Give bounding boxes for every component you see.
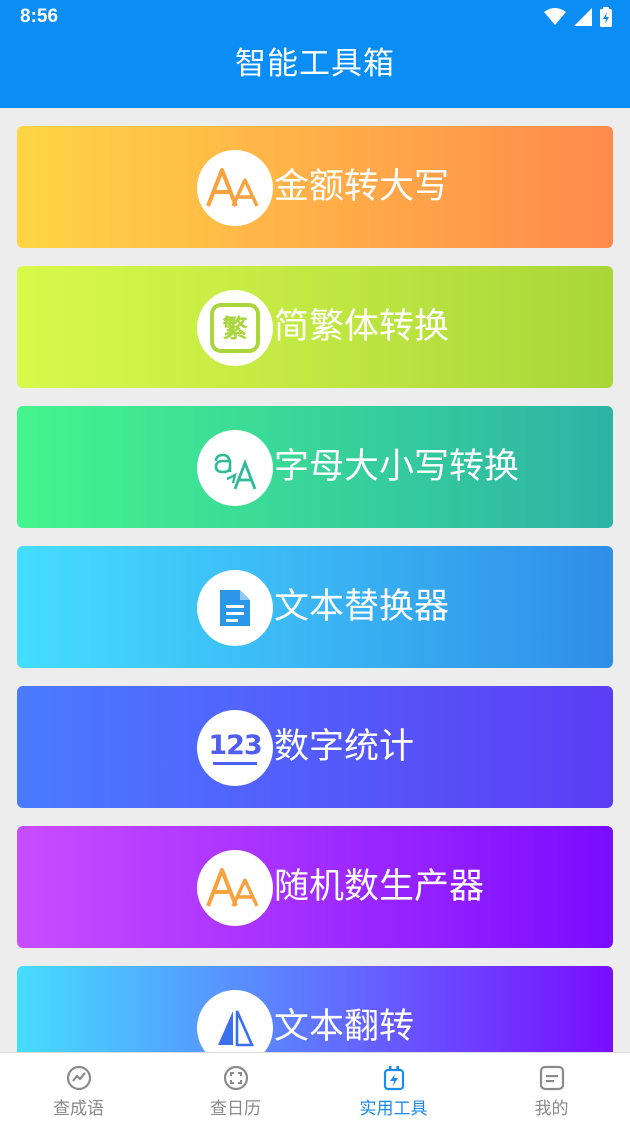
status-time: 8:56: [20, 6, 59, 27]
tab-label: 查成语: [53, 1099, 104, 1119]
tab-tools[interactable]: 实用工具: [315, 1053, 472, 1121]
profile-note-icon: [539, 1065, 564, 1091]
font-aa-icon: [197, 150, 273, 226]
app-bar: 8:56 智能工具箱: [0, 0, 630, 108]
tool-list: 金额转大写 繁 简繁体转换 字母大小写转换 文本替换器 123 数字统计 随机数…: [17, 126, 613, 1052]
tool-card-letter-case[interactable]: 字母大小写转换: [17, 406, 613, 528]
tool-card-label: 随机数生产器: [274, 867, 485, 907]
battery-icon: [600, 7, 612, 27]
tool-card-label: 金额转大写: [274, 167, 450, 207]
tool-card-text-replacer[interactable]: 文本替换器: [17, 546, 613, 668]
scan-calendar-icon: [223, 1065, 248, 1091]
document-icon: [197, 570, 273, 646]
font-aa-icon: [197, 850, 273, 926]
tool-card-label: 文本翻转: [274, 1007, 415, 1047]
status-icons: [544, 6, 612, 28]
tab-label: 查日历: [210, 1099, 261, 1119]
charge-tool-icon: [383, 1066, 404, 1091]
tool-card-label: 字母大小写转换: [274, 447, 520, 487]
tab-idiom[interactable]: 查成语: [0, 1053, 157, 1121]
tool-card-simplified-traditional[interactable]: 繁 简繁体转换: [17, 266, 613, 388]
page-title: 智能工具箱: [235, 46, 395, 82]
wifi-icon: [544, 8, 566, 25]
tool-card-label: 简繁体转换: [274, 307, 450, 347]
number-123-icon-text: 123: [208, 729, 262, 761]
letter-case-icon: [197, 430, 273, 506]
tab-label: 我的: [534, 1099, 569, 1119]
tool-card-label: 文本替换器: [274, 587, 450, 627]
flip-icon: [197, 990, 273, 1052]
tool-card-text-flip[interactable]: 文本翻转: [17, 966, 613, 1052]
tab-calendar[interactable]: 查日历: [157, 1053, 314, 1121]
traditional-char-icon: 繁: [197, 290, 273, 366]
number-123-icon: 123: [197, 710, 273, 786]
trend-circle-icon: [66, 1065, 91, 1091]
bottom-tab-bar: 查成语 查日历 实用工具 我的: [0, 1052, 630, 1121]
signal-icon: [574, 8, 592, 26]
tool-card-label: 数字统计: [274, 727, 415, 767]
tool-card-random-generator[interactable]: 随机数生产器: [17, 826, 613, 948]
traditional-char-icon-text: 繁: [222, 313, 248, 343]
tool-card-amount-uppercase[interactable]: 金额转大写: [17, 126, 613, 248]
tool-card-number-stats[interactable]: 123 数字统计: [17, 686, 613, 808]
tab-mine[interactable]: 我的: [473, 1053, 630, 1121]
tab-label: 实用工具: [359, 1099, 428, 1119]
